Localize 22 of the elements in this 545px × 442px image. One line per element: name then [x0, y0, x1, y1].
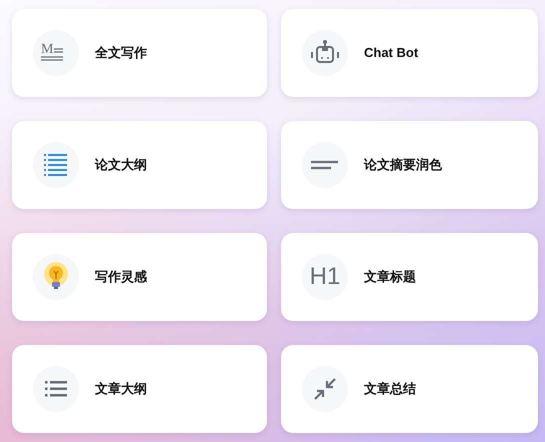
- tool-label: 论文摘要润色: [364, 156, 442, 174]
- tool-card[interactable]: Chat Bot: [281, 9, 538, 97]
- list-icon: [45, 381, 67, 397]
- short-text-icon: [311, 160, 339, 170]
- heading-icon: H1: [310, 265, 340, 289]
- light-bulb-icon: [43, 262, 69, 292]
- tool-label: 全文写作: [95, 44, 147, 62]
- tool-card[interactable]: 论文摘要润色: [281, 121, 538, 209]
- tool-card[interactable]: 写作灵感: [12, 233, 267, 321]
- tool-card[interactable]: M 全文写作: [12, 9, 267, 97]
- tool-card[interactable]: 文章大纲: [12, 345, 267, 433]
- tool-card[interactable]: 文章总结: [281, 345, 538, 433]
- compress-icon: [313, 377, 337, 401]
- tool-label: 文章总结: [364, 380, 416, 398]
- list-icon: [44, 153, 68, 177]
- tool-label: 写作灵感: [95, 268, 147, 286]
- tool-label: 文章标题: [364, 268, 416, 286]
- tool-card[interactable]: H1 文章标题: [281, 233, 538, 321]
- tool-label: 文章大纲: [95, 380, 147, 398]
- tool-card[interactable]: 论文大纲: [12, 121, 267, 209]
- tool-label: Chat Bot: [364, 44, 418, 62]
- tool-label: 论文大纲: [95, 156, 147, 174]
